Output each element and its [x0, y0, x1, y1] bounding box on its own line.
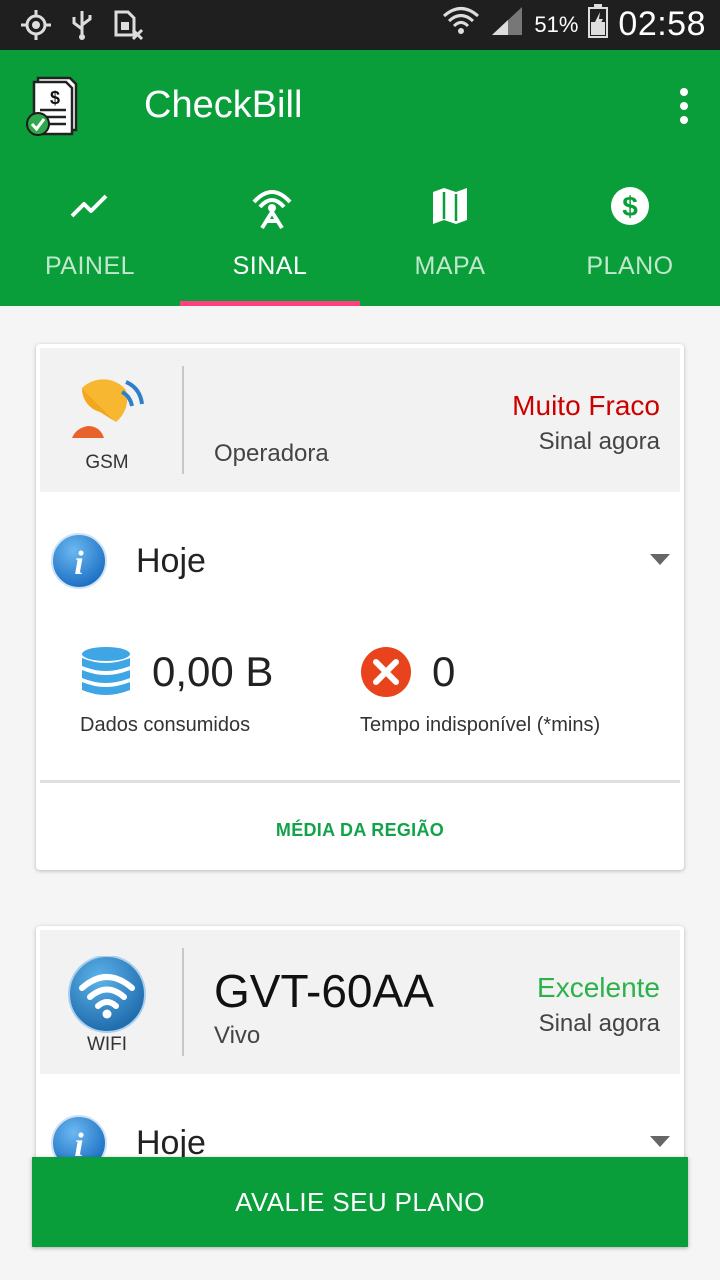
svg-text:i: i: [74, 545, 84, 582]
app-bar: $ CheckBill PAINEL SINAL MAPA $ PLANO: [0, 50, 720, 306]
battery-percent: 51%: [534, 11, 579, 37]
tab-painel-label: PAINEL: [44, 252, 136, 280]
downtime-stat: 0 Tempo indisponível (*mins): [360, 646, 660, 746]
tab-plano[interactable]: $ PLANO: [540, 176, 720, 306]
trending-icon: [70, 186, 110, 226]
card-header: WIFI GVT-60AA Vivo Excelente Sinal agora: [40, 930, 680, 1074]
chevron-down-icon: [650, 1136, 670, 1147]
network-name: GVT-60AA: [214, 965, 434, 1017]
header-separator: [182, 948, 184, 1056]
header-separator: [182, 366, 184, 474]
signal-status: Excelente: [537, 972, 660, 1003]
card-header: GSM Operadora Muito Fraco Sinal agora: [40, 348, 680, 492]
wifi-circle-icon: [66, 955, 148, 1033]
tab-sinal-label: SINAL: [232, 252, 308, 280]
clock: 02:58: [618, 5, 706, 43]
location-icon: [20, 9, 52, 46]
operator-label: Vivo: [214, 1022, 261, 1049]
signal-card-gsm: GSM Operadora Muito Fraco Sinal agora i …: [36, 344, 684, 870]
wifi-icon: [442, 4, 480, 45]
signal-status-caption: Sinal agora: [538, 1010, 660, 1037]
tab-active-indicator: [180, 301, 360, 306]
cell-signal-icon: [490, 5, 524, 44]
connection-type: GSM: [85, 452, 129, 473]
app-title: CheckBill: [144, 84, 303, 126]
data-consumed-stat: 0,00 B Dados consumidos: [80, 646, 320, 746]
info-icon: i: [50, 532, 108, 590]
data-consumed-label: Dados consumidos: [80, 714, 251, 736]
tab-mapa-label: MAPA: [414, 252, 486, 280]
tab-painel[interactable]: PAINEL: [0, 176, 180, 306]
tab-mapa[interactable]: MAPA: [360, 176, 540, 306]
signal-card-wifi: WIFI GVT-60AA Vivo Excelente Sinal agora…: [36, 926, 684, 1186]
svg-text:$: $: [622, 191, 638, 222]
tab-bar: PAINEL SINAL MAPA $ PLANO: [0, 176, 720, 306]
sim-icon: [112, 9, 144, 46]
battery-icon: [588, 4, 609, 45]
card-divider: [40, 780, 680, 783]
svg-text:$: $: [50, 88, 60, 108]
signal-status: Muito Fraco: [512, 390, 660, 421]
map-icon: [430, 186, 470, 226]
checkbill-logo-icon: $: [24, 74, 84, 138]
data-consumed-value: 0,00 B: [152, 648, 274, 695]
tab-sinal[interactable]: SINAL: [180, 176, 360, 306]
antenna-icon: [250, 186, 292, 230]
chevron-down-icon: [650, 554, 670, 565]
usb-icon: [70, 9, 94, 46]
status-bar: 51% 02:58: [0, 0, 720, 50]
error-x-icon: [360, 646, 412, 698]
tab-plano-label: PLANO: [586, 252, 674, 280]
signal-status-caption: Sinal agora: [538, 428, 660, 455]
period-selector[interactable]: i Hoje: [50, 532, 670, 596]
overflow-menu-icon[interactable]: [678, 88, 690, 128]
database-icon: [80, 646, 132, 698]
period-label: Hoje: [136, 542, 206, 580]
region-average-button[interactable]: MÉDIA DA REGIÃO: [40, 800, 680, 860]
rate-plan-button[interactable]: AVALIE SEU PLANO: [32, 1157, 688, 1247]
connection-type: WIFI: [86, 1034, 128, 1055]
operator-label: Operadora: [214, 440, 329, 467]
dollar-icon: $: [610, 186, 650, 226]
satellite-dish-icon: [66, 374, 148, 446]
downtime-label: Tempo indisponível (*mins): [360, 714, 601, 736]
downtime-value: 0: [432, 648, 456, 695]
